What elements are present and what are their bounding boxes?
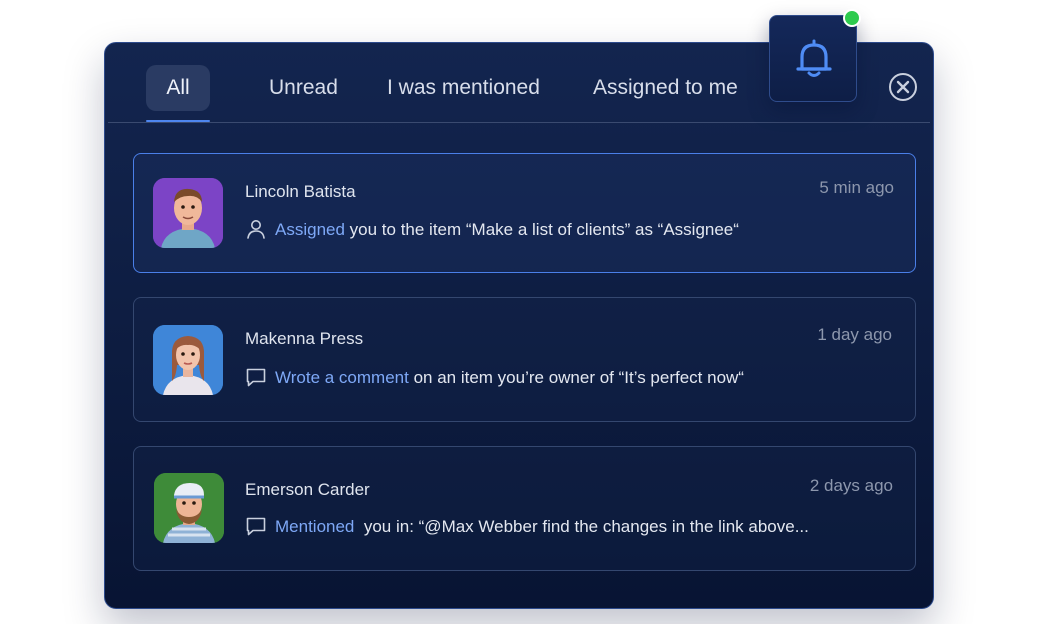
notification-item[interactable]: Emerson Carder 2 days ago Mentioned you … xyxy=(133,446,916,571)
sender-name: Makenna Press xyxy=(245,329,364,348)
notification-item[interactable]: Makenna Press 1 day ago Wrote a comment … xyxy=(133,297,916,422)
timestamp: 5 min ago xyxy=(819,178,894,197)
notification-message: Wrote a comment on an item you’re owner … xyxy=(245,366,744,390)
tab-all[interactable]: All xyxy=(146,65,210,111)
avatar xyxy=(153,178,223,248)
sender-name: Emerson Carder xyxy=(245,480,370,499)
timestamp: 1 day ago xyxy=(817,325,892,344)
user-icon xyxy=(245,218,267,240)
unread-indicator-dot xyxy=(843,9,861,27)
action-link[interactable]: Wrote a comment xyxy=(275,368,409,387)
message-text: you in: “@Max Webber find the changes in… xyxy=(354,517,809,536)
notification-item[interactable]: Lincoln Batista 5 min ago Assigned you t… xyxy=(133,153,916,273)
tab-assigned-to-me[interactable]: Assigned to me xyxy=(593,65,738,111)
notification-message: Assigned you to the item “Make a list of… xyxy=(245,218,739,242)
comment-icon xyxy=(245,515,267,537)
notification-message: Mentioned you in: “@Max Webber find the … xyxy=(245,515,809,539)
action-link[interactable]: Mentioned xyxy=(275,517,354,536)
message-text: you to the item “Make a list of clients”… xyxy=(344,220,739,239)
message-text: on an item you’re owner of “It’s perfect… xyxy=(408,368,744,387)
sender-name: Lincoln Batista xyxy=(245,182,356,201)
avatar xyxy=(153,325,223,395)
avatar xyxy=(154,473,224,543)
timestamp: 2 days ago xyxy=(809,476,893,495)
action-link[interactable]: Assigned xyxy=(275,220,345,239)
comment-icon xyxy=(245,366,267,388)
tab-divider xyxy=(108,122,930,123)
tab-mentioned[interactable]: I was mentioned xyxy=(387,65,540,111)
close-icon[interactable] xyxy=(889,73,917,101)
notification-bell-button[interactable] xyxy=(769,15,857,102)
bell-icon xyxy=(796,39,832,77)
tab-unread[interactable]: Unread xyxy=(269,65,338,111)
notifications-panel: All Unread I was mentioned Assigned to m… xyxy=(104,42,934,609)
